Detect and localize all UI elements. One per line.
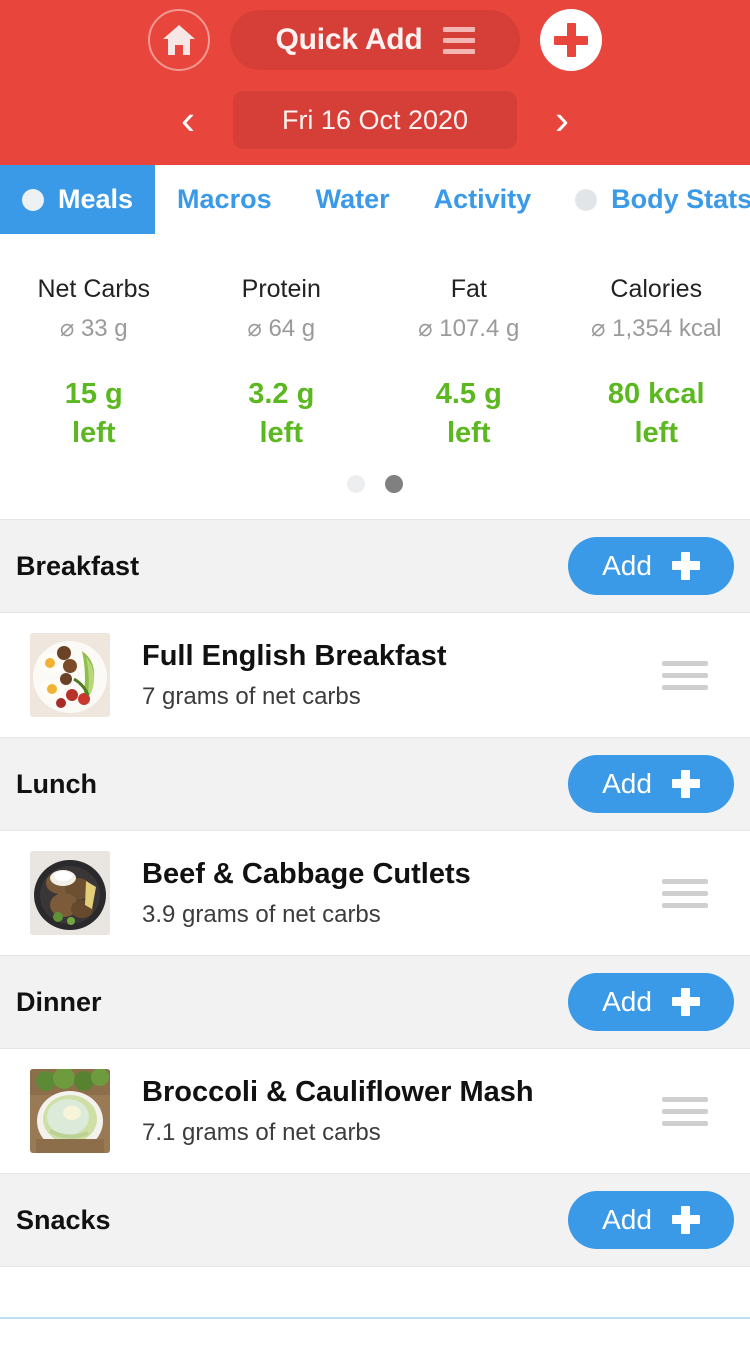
macro-remaining-unit: left xyxy=(634,417,679,450)
macro-column-net-carbs: Net Carbs ⌀ 33 g 15 g left xyxy=(0,275,188,453)
breakfast-plate-thumbnail xyxy=(30,633,110,718)
app-header: Quick Add ‹ Fri 16 Oct 2020 › xyxy=(0,0,750,165)
macro-label: Net Carbs xyxy=(37,275,151,303)
food-item-detail: 7 grams of net carbs xyxy=(142,682,361,710)
macro-average: ⌀ 107.4 g xyxy=(418,315,520,342)
food-item-row[interactable]: Beef & Cabbage Cutlets 3.9 grams of net c… xyxy=(0,831,750,956)
tab-label: Activity xyxy=(433,184,532,214)
tab-label: Water xyxy=(315,184,390,214)
meal-section-header-snacks: Snacks Add xyxy=(0,1173,750,1268)
macro-remaining-value: 3.2 g xyxy=(248,378,315,410)
broccoli-mash-thumbnail xyxy=(30,1069,110,1154)
macro-remaining-unit: left xyxy=(259,417,304,450)
bottom-nav-item-right[interactable] xyxy=(510,1319,556,1350)
food-item-detail: 3.9 grams of net carbs xyxy=(142,900,381,928)
quick-add-button[interactable]: Quick Add xyxy=(230,10,520,70)
quick-add-label: Quick Add xyxy=(275,23,423,56)
plus-icon xyxy=(554,23,588,57)
home-button[interactable] xyxy=(148,9,210,71)
add-button-label: Add xyxy=(602,550,652,582)
meal-section-title: Lunch xyxy=(16,768,97,799)
food-item-name: Beef & Cabbage Cutlets xyxy=(142,857,471,890)
macro-average: ⌀ 33 g xyxy=(59,315,128,342)
meal-section-title: Snacks xyxy=(16,1204,111,1235)
section-tabbar[interactable]: MealsMacrosWaterActivityBody StatsRe xyxy=(0,165,750,235)
meal-section-title: Breakfast xyxy=(16,550,140,581)
macro-column-fat: Fat ⌀ 107.4 g 4.5 g left xyxy=(375,275,563,453)
food-item-name: Broccoli & Cauliflower Mash xyxy=(142,1075,534,1108)
beef-cutlets-thumbnail xyxy=(30,851,110,936)
tab-label: Macros xyxy=(177,184,272,214)
macro-label: Calories xyxy=(610,275,703,303)
food-item-name: Full English Breakfast xyxy=(142,639,447,672)
tab-label: Meals xyxy=(58,184,134,214)
meal-section-title: Dinner xyxy=(16,986,102,1017)
bottom-navigation[interactable] xyxy=(0,1319,750,1350)
macro-label: Fat xyxy=(450,275,487,303)
header-top-row: Quick Add xyxy=(148,9,602,71)
add-food-button-lunch[interactable]: Add xyxy=(568,755,734,814)
food-item-text: Beef & Cabbage Cutlets 3.9 grams of net c… xyxy=(142,858,662,929)
macro-remaining: 4.5 g left xyxy=(375,375,563,453)
meal-list: Breakfast Add Full English Breakfast 7 gram… xyxy=(0,519,750,1268)
tab-meals[interactable]: Meals xyxy=(0,165,156,234)
add-button-label: Add xyxy=(602,1204,652,1236)
pagination-dot[interactable] xyxy=(385,475,403,494)
macro-remaining: 80 kcal left xyxy=(563,375,750,453)
macro-summary: Net Carbs ⌀ 33 g 15 g left Protein ⌀ 64 g 3.2 … xyxy=(0,235,750,454)
meal-section-header-lunch: Lunch Add xyxy=(0,737,750,832)
food-item-row[interactable]: Broccoli & Cauliflower Mash 7.1 grams of … xyxy=(0,1049,750,1174)
tab-activity[interactable]: Activity xyxy=(412,165,554,234)
macro-remaining: 3.2 g left xyxy=(188,375,376,453)
tab-status-dot xyxy=(22,188,44,211)
food-item-text: Broccoli & Cauliflower Mash 7.1 grams of … xyxy=(142,1076,662,1147)
food-item-text: Full English Breakfast 7 grams of net car… xyxy=(142,640,662,711)
macro-remaining-unit: left xyxy=(72,417,116,450)
bottom-nav-item-left[interactable] xyxy=(195,1319,241,1350)
macro-remaining-value: 80 kcal xyxy=(607,378,705,410)
home-icon xyxy=(161,23,197,57)
drag-handle-icon[interactable] xyxy=(662,660,708,690)
tab-body-stats[interactable]: Body Stats xyxy=(553,165,750,234)
previous-day-button[interactable]: ‹ xyxy=(171,99,205,141)
plus-icon xyxy=(671,1206,700,1235)
meal-section-header-dinner: Dinner Add xyxy=(0,955,750,1050)
summary-pagination-dots[interactable] xyxy=(0,453,750,520)
date-navigator: ‹ Fri 16 Oct 2020 › xyxy=(171,91,579,149)
pagination-dot[interactable] xyxy=(347,475,365,494)
date-display-button[interactable]: Fri 16 Oct 2020 xyxy=(233,91,517,149)
tab-water[interactable]: Water xyxy=(294,165,412,234)
add-button-label: Add xyxy=(602,768,652,800)
add-food-button-snacks[interactable]: Add xyxy=(568,1191,734,1250)
add-button-label: Add xyxy=(602,986,652,1018)
macro-remaining-value: 15 g xyxy=(64,378,123,410)
next-day-button[interactable]: › xyxy=(545,99,579,141)
tab-label: Body Stats xyxy=(611,184,750,214)
hamburger-icon[interactable] xyxy=(442,26,475,54)
macro-remaining-value: 4.5 g xyxy=(435,378,502,410)
macro-column-calories: Calories ⌀ 1,354 kcal 80 kcal left xyxy=(563,275,750,453)
macro-remaining: 15 g left xyxy=(0,375,188,453)
current-date-label: Fri 16 Oct 2020 xyxy=(281,104,469,135)
drag-handle-icon[interactable] xyxy=(662,878,708,908)
macro-label: Protein xyxy=(241,275,321,303)
add-food-button-dinner[interactable]: Add xyxy=(568,973,734,1032)
plus-icon xyxy=(671,770,700,799)
plus-icon xyxy=(671,552,700,581)
bottom-spacer xyxy=(0,1267,750,1318)
food-item-row[interactable]: Full English Breakfast 7 grams of net car… xyxy=(0,613,750,738)
add-entry-button[interactable] xyxy=(540,9,602,71)
macro-column-protein: Protein ⌀ 64 g 3.2 g left xyxy=(188,275,376,453)
tab-macros[interactable]: Macros xyxy=(155,165,294,234)
macro-average: ⌀ 1,354 kcal xyxy=(590,315,722,342)
meal-section-header-breakfast: Breakfast Add xyxy=(0,519,750,614)
food-item-detail: 7.1 grams of net carbs xyxy=(142,1118,381,1146)
tab-status-dot xyxy=(575,188,598,211)
macro-remaining-unit: left xyxy=(447,417,491,450)
macro-average: ⌀ 64 g xyxy=(247,315,316,342)
add-food-button-breakfast[interactable]: Add xyxy=(568,537,734,596)
drag-handle-icon[interactable] xyxy=(662,1096,708,1126)
plus-icon xyxy=(671,988,700,1017)
